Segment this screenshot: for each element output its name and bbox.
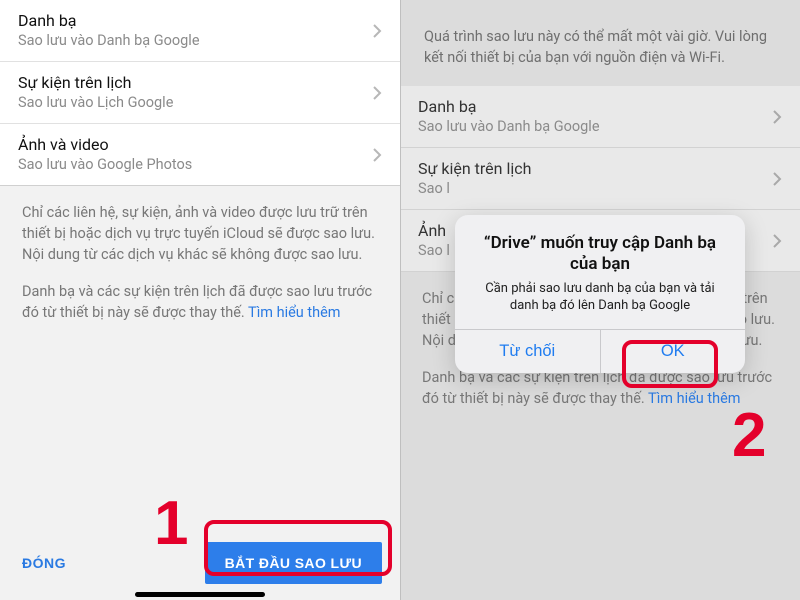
pane-divider — [400, 0, 401, 600]
row-contacts[interactable]: Danh bạ Sao lưu vào Danh bạ Google — [400, 86, 800, 148]
home-indicator — [135, 592, 265, 597]
row-photos[interactable]: Ảnh và video Sao lưu vào Google Photos — [0, 124, 400, 186]
learn-more-link[interactable]: Tìm hiểu thêm — [648, 390, 740, 407]
chevron-right-icon — [773, 234, 782, 248]
row-title: Danh bạ — [418, 97, 773, 117]
alert-title: “Drive” muốn truy cập Danh bạ của bạn — [473, 233, 727, 276]
alert-actions: Từ chối OK — [455, 329, 745, 373]
row-subtitle: Sao lưu vào Danh bạ Google — [418, 118, 773, 136]
row-title: Sự kiện trên lịch — [18, 73, 373, 93]
row-subtitle: Sao lưu vào Lịch Google — [18, 94, 373, 112]
row-calendar[interactable]: Sự kiện trên lịch Sao lưu vào Lịch Googl… — [0, 62, 400, 124]
step-number-2: 2 — [732, 400, 766, 471]
alert-message: Cần phải sao lưu danh bạ của bạn và tải … — [473, 280, 727, 315]
row-title: Sự kiện trên lịch — [418, 159, 773, 179]
row-subtitle: Sao lưu vào Google Photos — [18, 156, 373, 174]
left-step-screenshot: Danh bạ Sao lưu vào Danh bạ Google Sự ki… — [0, 0, 400, 600]
right-step-screenshot: Quá trình sao lưu này có thể mất một vài… — [400, 0, 800, 600]
start-backup-button[interactable]: BẮT ĐẦU SAO LƯU — [205, 542, 382, 584]
info-top: Quá trình sao lưu này có thể mất một vài… — [400, 0, 800, 86]
info-paragraph-1: Chỉ các liên hệ, sự kiện, ảnh và video đ… — [0, 186, 400, 265]
bottom-action-bar: ĐÓNG BẮT ĐẦU SAO LƯU — [0, 542, 400, 590]
close-button[interactable]: ĐÓNG — [18, 545, 70, 581]
row-title: Danh bạ — [18, 11, 373, 31]
row-calendar[interactable]: Sự kiện trên lịch Sao l — [400, 148, 800, 210]
chevron-right-icon — [773, 172, 782, 186]
chevron-right-icon — [773, 110, 782, 124]
learn-more-link[interactable]: Tìm hiểu thêm — [248, 304, 340, 321]
chevron-right-icon — [373, 24, 382, 38]
row-title: Ảnh và video — [18, 135, 373, 155]
row-contacts[interactable]: Danh bạ Sao lưu vào Danh bạ Google — [0, 0, 400, 62]
row-subtitle: Sao lưu vào Danh bạ Google — [18, 32, 373, 50]
alert-deny-button[interactable]: Từ chối — [455, 330, 600, 373]
info-paragraph-2: Danh bạ và các sự kiện trên lịch đã được… — [0, 265, 400, 323]
backup-options-list: Danh bạ Sao lưu vào Danh bạ Google Sự ki… — [0, 0, 400, 186]
chevron-right-icon — [373, 148, 382, 162]
row-subtitle: Sao l — [418, 180, 773, 198]
contacts-permission-alert: “Drive” muốn truy cập Danh bạ của bạn Cầ… — [455, 215, 745, 373]
alert-ok-button[interactable]: OK — [600, 330, 746, 373]
chevron-right-icon — [373, 86, 382, 100]
